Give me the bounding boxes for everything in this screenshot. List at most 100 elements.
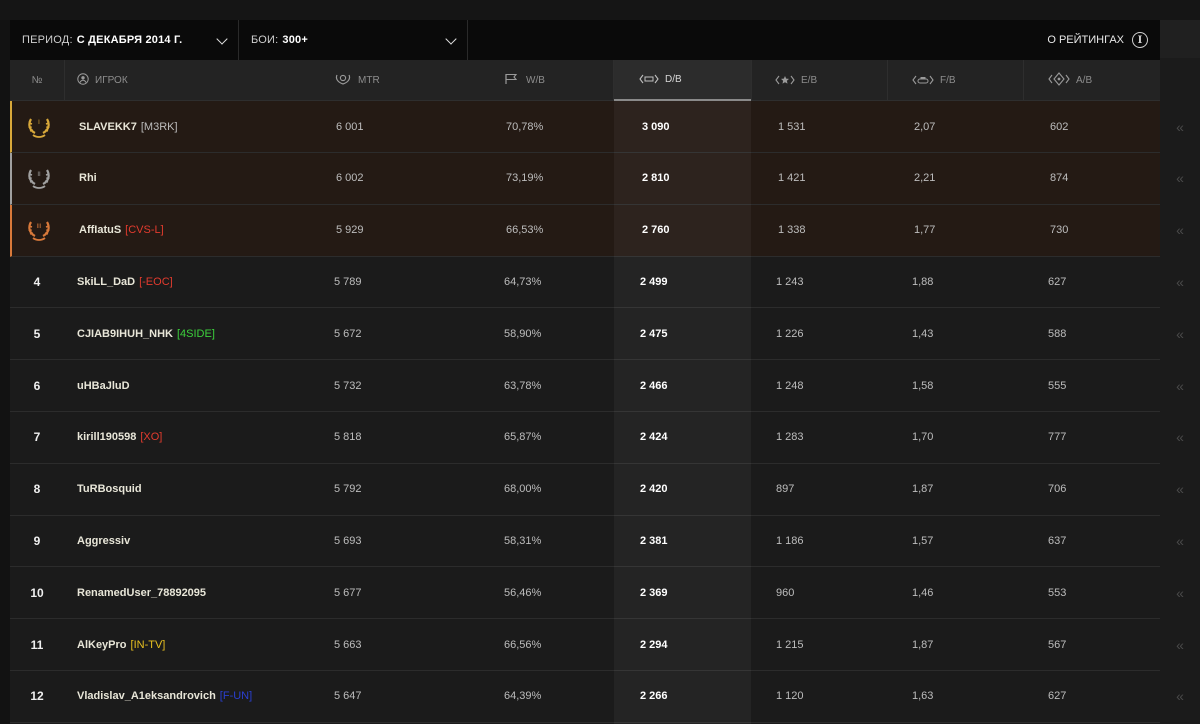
table-row[interactable]: 4 SkiLL_DaD [-EOC] 5 789 64,73% 2 499 1 243 1,8…	[10, 256, 1160, 309]
rank-cell: 12	[10, 671, 64, 722]
eb-cell: 1 531	[778, 120, 806, 133]
eb-cell: 1 248	[776, 379, 804, 392]
ab-cell: 602	[1050, 120, 1069, 133]
table-row[interactable]: 11 AlKeyPro [IN-TV] 5 663 66,56% 2 294 1 215 1,…	[10, 619, 1160, 671]
rank-cell: 6	[10, 360, 64, 411]
table-row[interactable]: 6 uHBaJluD 5 732 63,78% 2 466 1 248 1,58 555	[10, 360, 1160, 412]
column-fb[interactable]: F/B	[887, 60, 1023, 101]
table-row[interactable]: 10 RenamedUser_78892095 5 677 56,46% 2 369 96…	[10, 567, 1160, 620]
player-cell[interactable]: Vladislav_A1eksandrovich [F-UN]	[77, 671, 252, 722]
table-row[interactable]: 9 Aggressiv 5 693 58,31% 2 381 1 186 1,57 637	[10, 515, 1160, 568]
player-name: Rhi	[79, 172, 97, 185]
expand-row-icon[interactable]: «	[1160, 308, 1200, 359]
chevron-down-icon	[216, 33, 228, 45]
rank-number: 8	[33, 482, 41, 497]
expand-row-icon[interactable]: «	[1160, 671, 1200, 722]
expand-row-icon[interactable]: «	[1160, 515, 1200, 566]
player-cell[interactable]: SLAVEKK7 [M3RK]	[79, 101, 178, 152]
table-row[interactable]: 8 TuRBosquid 5 792 68,00% 2 420 897 1,87 706	[10, 464, 1160, 516]
db-cell: 3 090	[642, 120, 670, 133]
rank-number: 10	[30, 585, 44, 600]
expand-row-icon[interactable]: «	[1160, 205, 1200, 256]
table-row[interactable]: 5 CJIAB9IHUH_NHK [4SIDE] 5 672 58,90% 2 475 1 …	[10, 308, 1160, 361]
ratings-table: Период: с декабря 2014 г. Бои: 300+ О ре…	[10, 20, 1160, 724]
fb-cell: 1,57	[912, 534, 934, 547]
ab-cell: 588	[1048, 327, 1067, 340]
table-row[interactable]: SLAVEKK7 [M3RK] 6 001 70,78% 3 090 1 531 2,07 6…	[10, 101, 1160, 153]
player-cell[interactable]: RenamedUser_78892095	[77, 567, 210, 618]
wb-cell: 56,46%	[504, 586, 542, 599]
battles-dropdown[interactable]: Бои: 300+	[239, 20, 468, 60]
player-cell[interactable]: Aggressiv	[77, 515, 134, 566]
battles-value: 300+	[282, 34, 308, 46]
player-cell[interactable]: AffIatuS [CVS-L]	[79, 205, 164, 256]
eb-cell: 1 243	[776, 275, 804, 288]
table-row[interactable]: 7 kirill190598 [XO] 5 818 65,87% 2 424 1 283 1,…	[10, 412, 1160, 464]
fb-cell: 1,43	[912, 327, 934, 340]
player-cell[interactable]: uHBaJluD	[77, 360, 134, 411]
db-cell: 2 369	[640, 586, 668, 599]
period-label: Период:	[22, 34, 73, 46]
column-player[interactable]: Игрок	[77, 60, 277, 101]
player-cell[interactable]: kirill190598 [XO]	[77, 412, 162, 463]
clan-tag[interactable]: [4SIDE]	[177, 328, 215, 340]
expand-row-icon[interactable]: «	[1160, 619, 1200, 670]
expand-row-icon[interactable]: «	[1160, 360, 1200, 411]
rank-number: 7	[33, 430, 41, 445]
player-cell[interactable]: AlKeyPro [IN-TV]	[77, 619, 165, 670]
wb-cell: 68,00%	[504, 483, 542, 496]
eb-cell: 1 283	[776, 431, 804, 444]
expand-row-icon[interactable]: «	[1160, 464, 1200, 515]
column-ab-label: A/B	[1076, 75, 1093, 86]
player-cell[interactable]: Rhi	[79, 153, 101, 204]
period-dropdown[interactable]: Период: с декабря 2014 г.	[10, 20, 239, 60]
column-mtr[interactable]: MTR	[334, 60, 504, 101]
flag-icon	[504, 73, 520, 88]
db-cell: 2 810	[642, 172, 670, 185]
expand-row-icon[interactable]: «	[1160, 153, 1200, 204]
player-cell[interactable]: CJIAB9IHUH_NHK [4SIDE]	[77, 308, 215, 359]
fb-cell: 1,63	[912, 690, 934, 703]
damage-icon	[639, 73, 659, 87]
clan-tag[interactable]: [XO]	[140, 431, 162, 443]
medal-rank-label: III	[36, 223, 42, 230]
rank-cell: 7	[10, 412, 64, 463]
rank-cell: 8	[10, 464, 64, 515]
clan-tag[interactable]: [-EOC]	[139, 276, 173, 288]
ab-cell: 874	[1050, 172, 1069, 185]
about-ratings-link[interactable]: О рейтингах i	[1047, 20, 1148, 60]
rank-number: 6	[33, 378, 41, 393]
column-rank[interactable]: №	[10, 60, 64, 101]
expand-row-icon[interactable]: «	[1160, 256, 1200, 307]
fb-cell: 1,46	[912, 586, 934, 599]
clan-tag[interactable]: [CVS-L]	[125, 224, 164, 236]
clan-tag[interactable]: [F-UN]	[220, 690, 252, 702]
wb-cell: 66,53%	[506, 224, 544, 237]
db-cell: 2 424	[640, 431, 668, 444]
ab-cell: 706	[1048, 483, 1067, 496]
player-cell[interactable]: TuRBosquid	[77, 464, 146, 515]
mtr-cell: 5 672	[334, 327, 362, 340]
table-row[interactable]: AffIatuS [CVS-L] 5 929 66,53% 2 760 1 338 1,77…	[10, 204, 1160, 257]
clan-tag[interactable]: [M3RK]	[141, 121, 178, 133]
fb-cell: 2,07	[914, 120, 936, 133]
player-name: CJIAB9IHUH_NHK	[77, 327, 173, 340]
mtr-cell: 5 929	[336, 224, 364, 237]
expand-row-icon[interactable]: «	[1160, 101, 1200, 152]
rank-cell	[12, 101, 66, 152]
table-row[interactable]: 12 Vladislav_A1eksandrovich [F-UN] 5 647 64,…	[10, 671, 1160, 723]
column-wb[interactable]: W/B	[504, 60, 614, 101]
laurel-medal-icon	[28, 117, 50, 138]
column-eb[interactable]: E/B	[751, 60, 887, 101]
clan-tag[interactable]: [IN-TV]	[131, 639, 166, 651]
column-db[interactable]: D/B	[614, 60, 751, 101]
column-ab[interactable]: A/B	[1023, 60, 1160, 101]
tank-icon	[912, 74, 934, 88]
star-icon	[775, 74, 795, 88]
expand-row-icon[interactable]: «	[1160, 412, 1200, 463]
table-row[interactable]: Rhi 6 002 73,19% 2 810 1 421 2,21 874 II	[10, 152, 1160, 205]
player-cell[interactable]: SkiLL_DaD [-EOC]	[77, 256, 173, 307]
fb-cell: 1,87	[912, 483, 934, 496]
top-band	[0, 0, 1200, 20]
expand-row-icon[interactable]: «	[1160, 567, 1200, 618]
